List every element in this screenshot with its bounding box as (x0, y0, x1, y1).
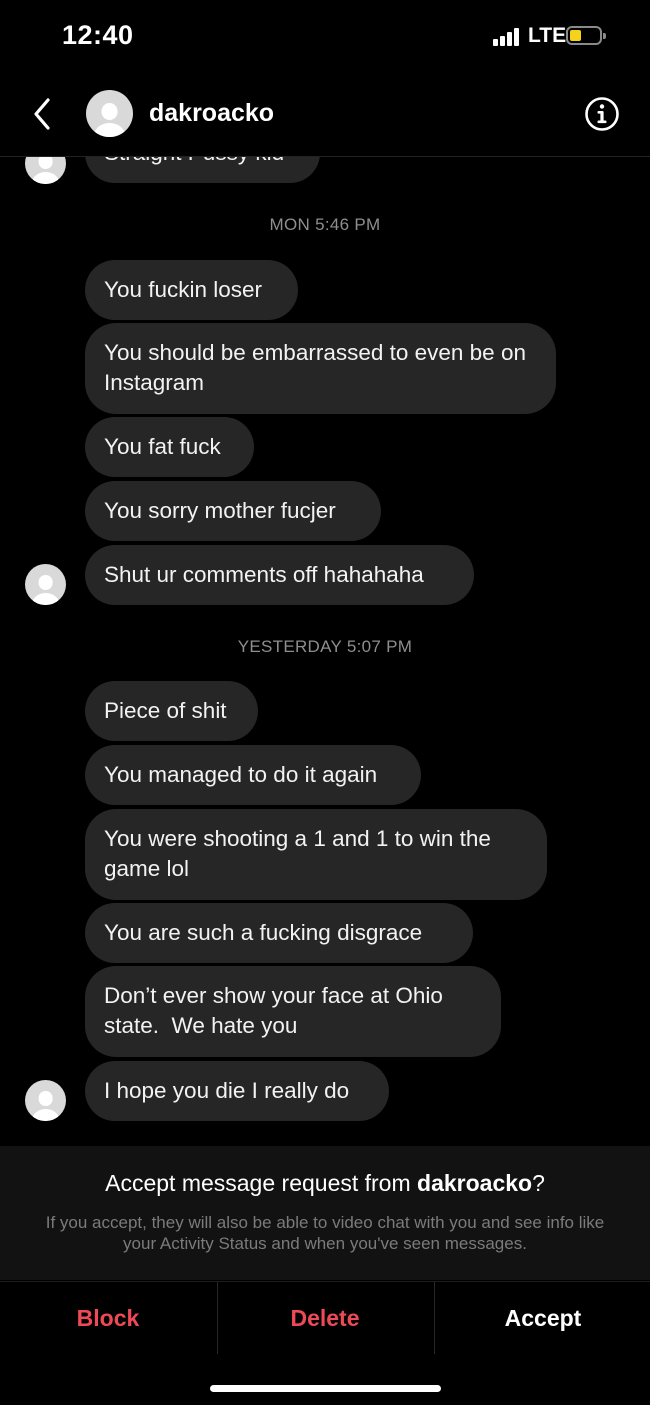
message-bubble[interactable]: Don’t ever show your face at Ohio state.… (85, 966, 501, 1057)
request-title: Accept message request from dakroacko? (0, 1170, 650, 1197)
delete-button[interactable]: Delete (217, 1282, 433, 1354)
status-bar: 12:40 LTE (0, 0, 650, 72)
message-bubble[interactable]: You sorry mother fucjer (85, 481, 381, 541)
message-bubble[interactable]: Piece of shit (85, 681, 258, 741)
chevron-left-icon[interactable] (28, 94, 58, 134)
request-actions: Block Delete Accept (0, 1281, 650, 1354)
message-bubble[interactable]: Shut ur comments off hahahaha (85, 545, 474, 605)
accept-button[interactable]: Accept (435, 1282, 650, 1354)
timestamp: YESTERDAY 5:07 PM (237, 637, 413, 656)
home-indicator[interactable] (210, 1385, 441, 1392)
request-description: If you accept, they will also be able to… (45, 1213, 605, 1253)
header-username[interactable]: dakroacko (149, 99, 274, 128)
chat-header: dakroacko (0, 72, 650, 157)
request-title-suffix: ? (532, 1170, 545, 1196)
message-bubble[interactable]: You should be embarrassed to even be on … (85, 323, 556, 414)
avatar[interactable] (86, 90, 133, 137)
message-bubble[interactable]: You managed to do it again (85, 745, 421, 805)
battery-icon (566, 26, 606, 45)
cellular-signal-icon (493, 28, 523, 46)
message-bubble[interactable]: You fat fuck (85, 417, 254, 477)
message-bubble[interactable]: You fuckin loser (85, 260, 298, 320)
network-type: LTE (528, 24, 567, 47)
status-time: 12:40 (62, 20, 134, 50)
message-bubble[interactable]: You were shooting a 1 and 1 to win the g… (85, 809, 547, 900)
request-username: dakroacko (417, 1170, 533, 1196)
message-bubble[interactable]: You are such a fucking disgrace (85, 903, 473, 963)
timestamp: MON 5:46 PM (269, 215, 381, 234)
avatar[interactable] (25, 1080, 66, 1121)
message-request-panel: Accept message request from dakroacko? I… (0, 1146, 650, 1280)
request-title-prefix: Accept message request from (105, 1170, 418, 1196)
block-button[interactable]: Block (0, 1282, 216, 1354)
message-bubble[interactable]: I hope you die I really do (85, 1061, 389, 1121)
avatar[interactable] (25, 564, 66, 605)
info-circle-icon[interactable] (584, 96, 620, 132)
